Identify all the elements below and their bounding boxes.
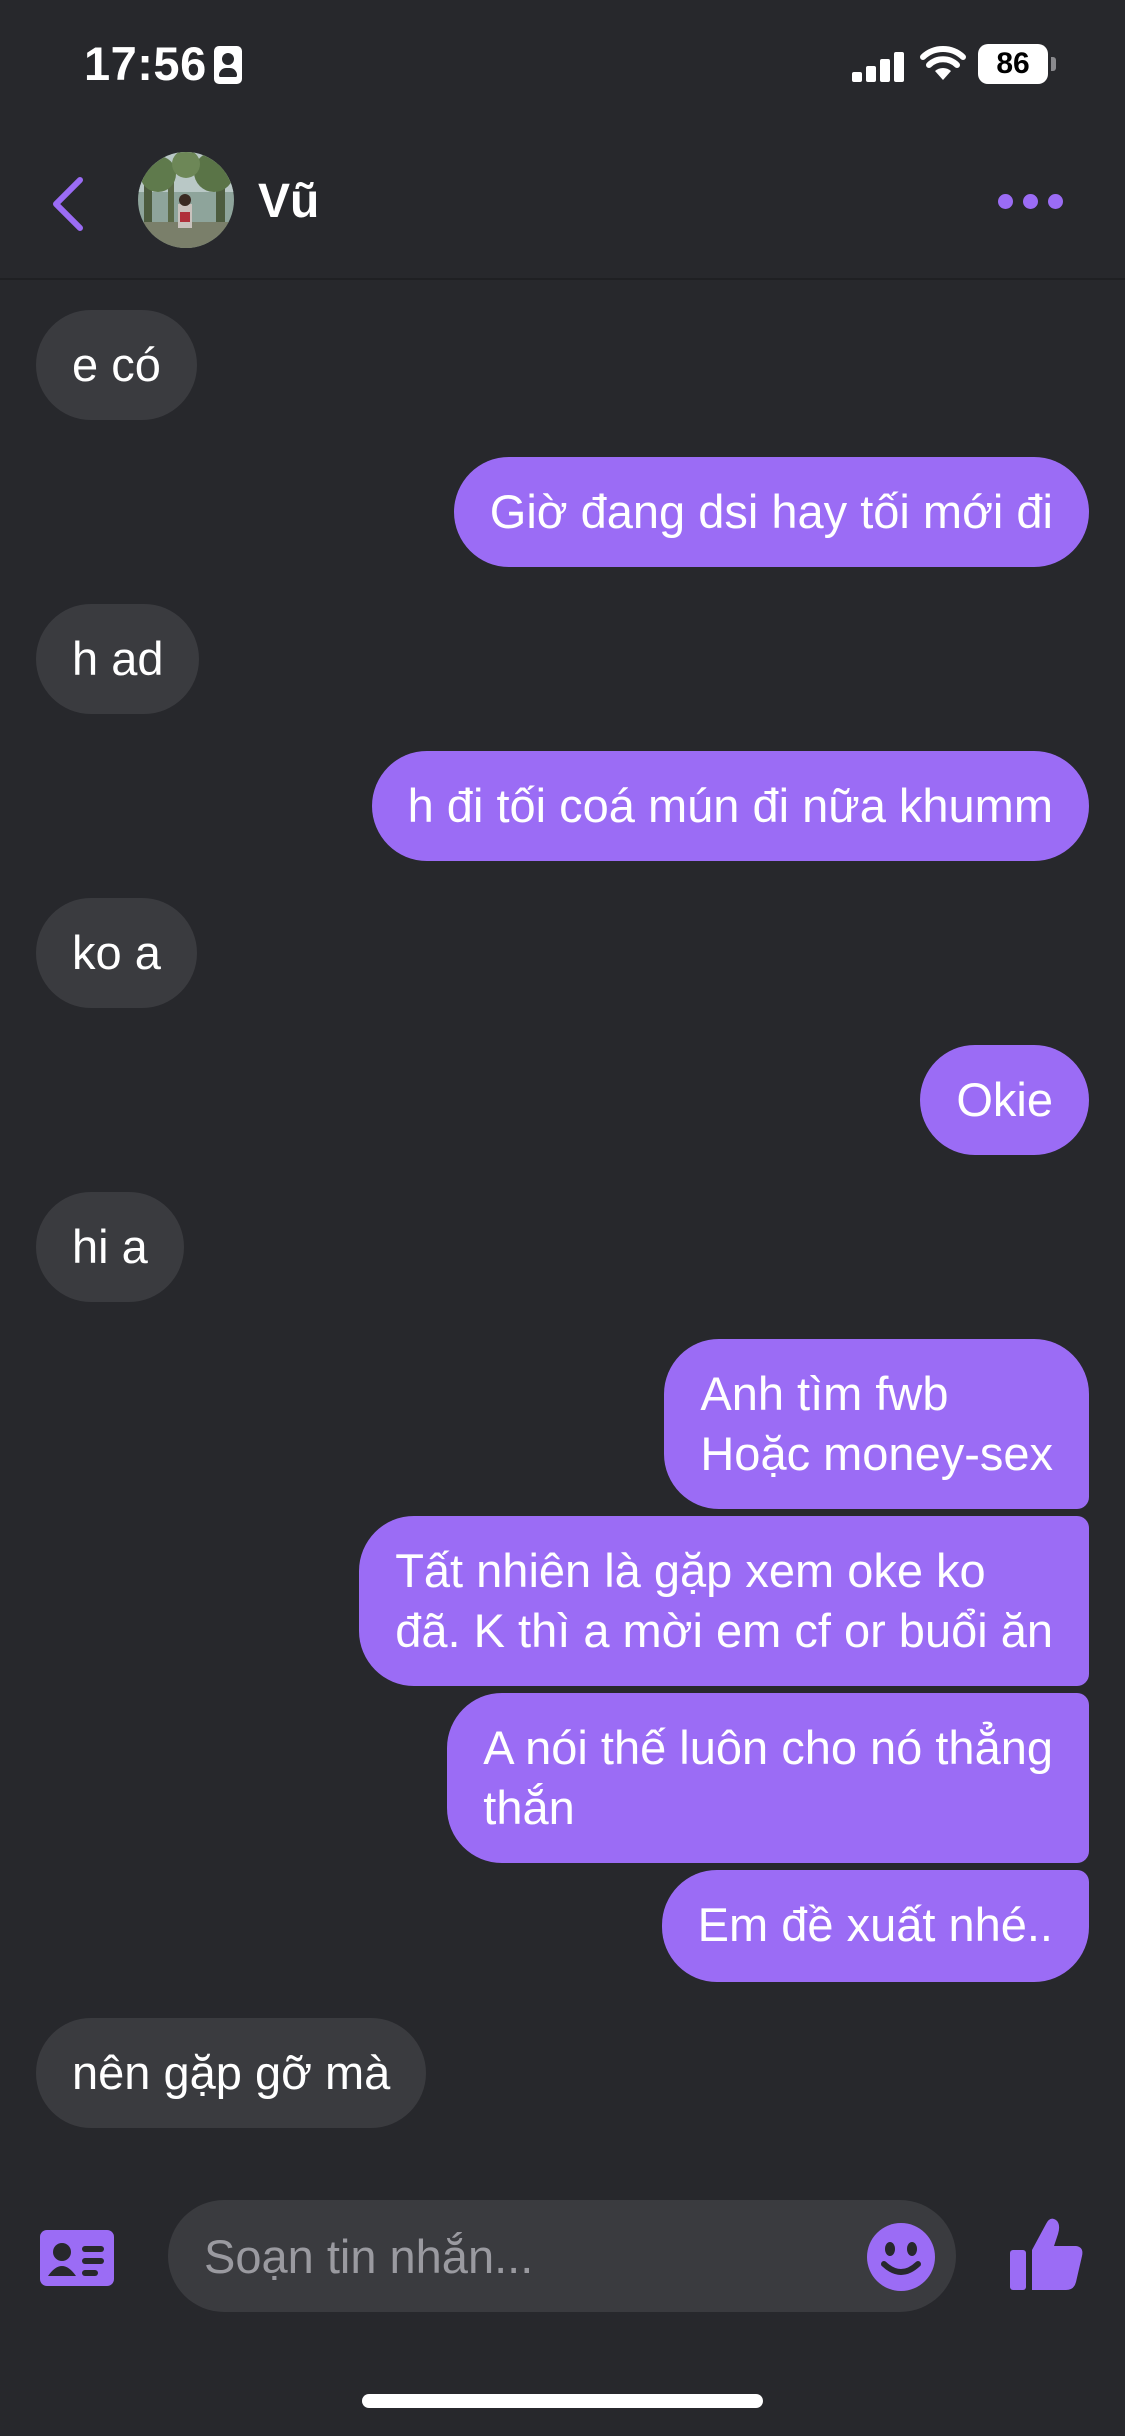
emoji-button[interactable] <box>866 2222 936 2292</box>
battery-level: 86 <box>996 47 1030 80</box>
home-indicator[interactable] <box>362 2394 763 2408</box>
more-dot-icon <box>1048 194 1063 209</box>
like-button[interactable] <box>1006 2214 1086 2294</box>
incoming-message-bubble[interactable]: nên gặp gỡ mà <box>36 2018 427 2128</box>
more-button[interactable] <box>990 180 1070 220</box>
wifi-icon <box>920 46 966 80</box>
avatar-photo <box>138 152 234 248</box>
contact-card-status-icon <box>214 46 242 84</box>
outgoing-message-bubble[interactable]: h đi tối coá mún đi nữa khumm <box>371 751 1089 861</box>
avatar[interactable] <box>138 152 234 248</box>
incoming-message-bubble[interactable]: h ad <box>36 604 200 714</box>
battery-tip <box>1051 57 1056 71</box>
cellular-signal-icon <box>852 52 904 82</box>
outgoing-message-bubble[interactable]: A nói thế luôn cho nó thẳng thắn <box>447 1693 1089 1863</box>
incoming-message-bubble[interactable]: hi a <box>36 1192 184 1302</box>
more-dot-icon <box>998 194 1013 209</box>
outgoing-message-bubble[interactable]: Okie <box>920 1045 1089 1155</box>
battery-icon: 86 <box>978 44 1048 84</box>
incoming-message-bubble[interactable]: e có <box>36 310 197 420</box>
message-field[interactable] <box>168 2200 956 2312</box>
back-button[interactable] <box>40 168 100 240</box>
outgoing-message-bubble[interactable]: Anh tìm fwb Hoặc money-sex <box>664 1339 1089 1509</box>
more-dot-icon <box>1023 194 1038 209</box>
outgoing-message-bubble[interactable]: Em đề xuất nhé.. <box>661 1870 1089 1982</box>
chat-header: Vũ <box>0 130 1125 280</box>
outgoing-message-bubble[interactable]: Giờ đang dsi hay tối mới đi <box>453 457 1089 567</box>
chevron-left-icon <box>53 177 83 231</box>
contact-card-button[interactable] <box>40 2230 114 2286</box>
thumbs-up-icon <box>1010 2218 1083 2290</box>
status-bar: 17:56 86 <box>0 0 1125 130</box>
incoming-message-bubble[interactable]: ko a <box>36 898 197 1008</box>
message-composer <box>0 2178 1125 2338</box>
chat-screen: 17:56 86 Vũ e có Giờ đang dsi hay tối mớ… <box>0 0 1125 2436</box>
contact-card-icon <box>40 2230 114 2286</box>
status-time: 17:56 <box>84 37 207 90</box>
smiley-icon <box>867 2223 935 2291</box>
outgoing-message-bubble[interactable]: Tất nhiên là gặp xem oke ko đã. K thì a … <box>359 1516 1089 1686</box>
message-input[interactable] <box>204 2200 844 2312</box>
contact-name[interactable]: Vũ <box>258 174 319 229</box>
